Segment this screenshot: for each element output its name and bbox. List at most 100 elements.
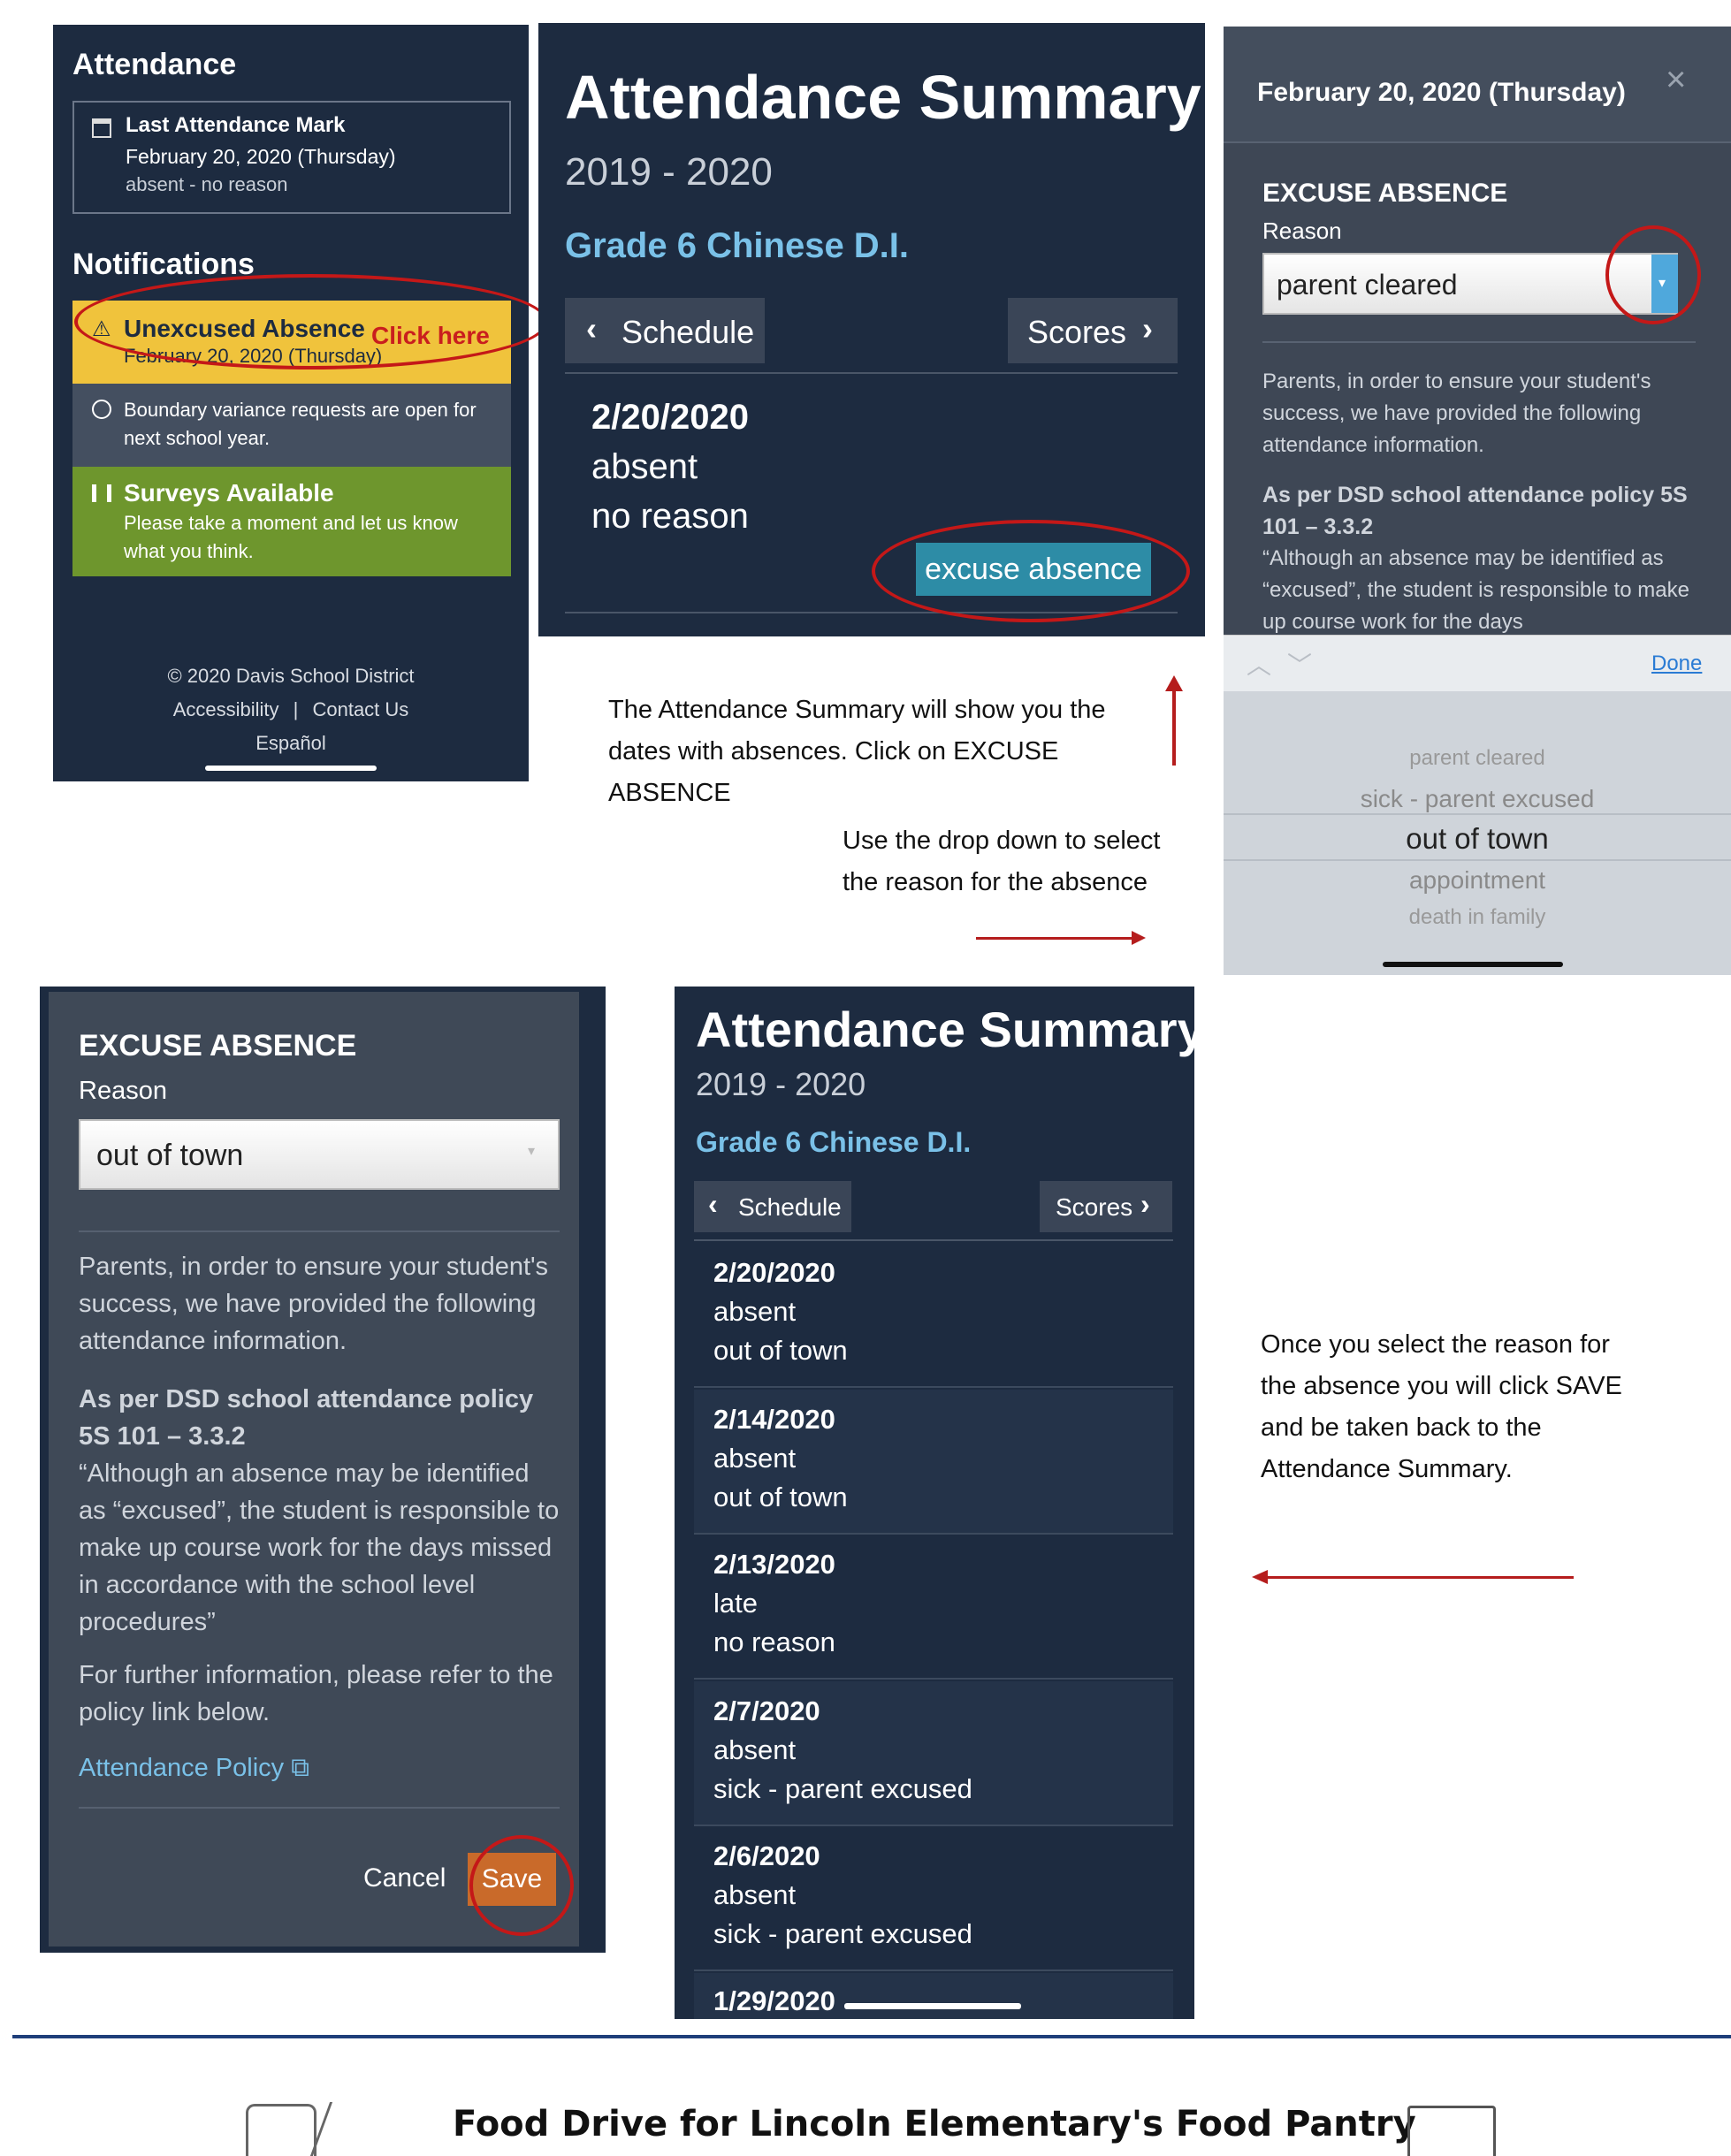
record-reason: out of town: [713, 1335, 848, 1366]
arrow-up-head: [1165, 675, 1183, 691]
surveys-notification[interactable]: Surveys Available Please take a moment a…: [72, 467, 511, 576]
reason-label: Reason: [79, 1077, 167, 1105]
unexcused-title: Unexcused Absence: [124, 315, 365, 342]
external-link-icon: ⧉: [291, 1754, 309, 1782]
record-date: 2/7/2020: [713, 1695, 820, 1726]
cancel-button[interactable]: Cancel: [363, 1863, 446, 1893]
record-date: 2/20/2020: [713, 1257, 835, 1288]
schedule-label: Schedule: [738, 1193, 842, 1221]
footer-copyright: © 2020 Davis School District: [167, 665, 415, 687]
record-reason: no reason: [713, 1627, 835, 1657]
attendance-record-row[interactable]: 1/29/2020: [694, 1973, 1173, 2019]
boundary-text: Boundary variance requests are open for …: [124, 399, 477, 449]
caption-dropdown: Use the drop down to select the reason f…: [843, 827, 1161, 896]
cereal-box-illustration: [1407, 2106, 1496, 2156]
record-date: 2/6/2020: [713, 1840, 820, 1871]
schedule-button[interactable]: ‹ Schedule: [694, 1181, 851, 1232]
last-mark-date: February 20, 2020 (Thursday): [126, 145, 396, 168]
grade-label: Grade 6 Chinese D.I.: [565, 226, 910, 265]
policy-quote: “Although an absence may be identified a…: [79, 1459, 560, 1636]
food-drive-title: Food Drive for Lincoln Elementary's Food…: [453, 2104, 1416, 2145]
panel-excuse-dialog-save: EXCUSE ABSENCE Reason out of town ▾ Pare…: [40, 987, 606, 1953]
schedule-label: Schedule: [621, 314, 755, 350]
reason-select[interactable]: out of town ▾: [79, 1119, 560, 1190]
attendance-record-row[interactable]: 2/6/2020 absent sick - parent excused: [694, 1826, 1173, 1971]
arrow-left-head: [1252, 1570, 1268, 1584]
chevron-down-icon: ▾: [1659, 276, 1666, 291]
footer-rule: [12, 2035, 1731, 2038]
unexcused-absence-notification[interactable]: ⚠ Unexcused Absence February 20, 2020 (T…: [72, 301, 511, 384]
save-button[interactable]: Save: [468, 1853, 556, 1906]
picker-toolbar: ︿ ﹀ Done: [1224, 635, 1731, 691]
boundary-notification[interactable]: Boundary variance requests are open for …: [72, 384, 511, 467]
dialog-divider-bottom: [79, 1807, 560, 1809]
footer-links: Accessibility | Contact Us: [53, 698, 529, 721]
scores-button[interactable]: Scores ›: [1008, 298, 1178, 363]
reason-select[interactable]: parent cleared ▾: [1262, 253, 1678, 315]
school-year: 2019 - 2020: [696, 1066, 866, 1102]
picker-option[interactable]: parent cleared: [1224, 746, 1731, 771]
record-status: absent: [713, 1296, 797, 1327]
grade-label: Grade 6 Chinese D.I.: [696, 1126, 972, 1158]
last-mark-card[interactable]: Last Attendance Mark February 20, 2020 (…: [72, 101, 511, 214]
dialog-divider: [1262, 341, 1696, 343]
attendance-record-row[interactable]: 2/13/2020 late no reason: [694, 1535, 1173, 1680]
unexcused-date: February 20, 2020 (Thursday): [124, 345, 383, 367]
info-paragraph: Parents, in order to ensure your student…: [79, 1253, 549, 1355]
chevron-right-icon: ›: [1142, 310, 1153, 347]
chevron-left-icon: ‹: [708, 1188, 718, 1220]
scores-label: Scores: [1027, 314, 1127, 350]
record-date: 2/20/2020: [591, 398, 749, 437]
panel-excuse-dialog-picker: February 20, 2020 (Thursday) × EXCUSE AB…: [1224, 27, 1731, 975]
picker-option[interactable]: death in family: [1224, 905, 1731, 930]
attendance-record-row[interactable]: 2/14/2020 absent out of town: [694, 1390, 1173, 1535]
divider: [694, 1239, 1173, 1241]
reason-select-value: out of town: [96, 1139, 244, 1172]
close-icon[interactable]: ×: [1666, 60, 1686, 100]
done-button[interactable]: Done: [1651, 651, 1702, 676]
record-date: 1/29/2020: [713, 1985, 835, 2016]
espanol-link[interactable]: Español: [53, 732, 529, 755]
schedule-button[interactable]: ‹ Schedule: [565, 298, 765, 363]
panel-attendance-home: Attendance Last Attendance Mark February…: [53, 25, 529, 781]
attendance-policy-link[interactable]: Attendance Policy ⧉: [79, 1754, 309, 1783]
attendance-record-row[interactable]: 2/20/2020 absent out of town: [694, 1243, 1173, 1388]
picker-option[interactable]: sick - parent excused: [1224, 785, 1731, 813]
chevron-down-icon[interactable]: ﹀: [1287, 646, 1312, 682]
bar-chart-icon: [92, 484, 111, 502]
chevron-up-icon[interactable]: ︿: [1247, 646, 1271, 682]
school-year: 2019 - 2020: [565, 150, 773, 194]
excuse-heading: EXCUSE ABSENCE: [1262, 179, 1508, 208]
scores-button[interactable]: Scores ›: [1040, 1181, 1172, 1232]
policy-heading: As per DSD school attendance policy 5S 1…: [79, 1385, 534, 1451]
arrow-left-shaft: [1266, 1576, 1574, 1579]
panel-attendance-summary: Attendance Summary 2019 - 2020 Grade 6 C…: [538, 23, 1205, 636]
record-status: absent: [713, 1443, 797, 1474]
warning-icon: ⚠: [92, 317, 111, 341]
divider-bottom: [565, 612, 1178, 613]
record-date: 2/13/2020: [713, 1549, 835, 1580]
calendar-icon: [92, 118, 111, 138]
page-title: Attendance Summary: [696, 1002, 1194, 1057]
contact-us-link[interactable]: Contact Us: [312, 698, 408, 720]
spoon-illustration: [309, 2102, 357, 2156]
click-here-label: Click here: [371, 322, 490, 349]
caption-summary: The Attendance Summary will show you the…: [608, 696, 1106, 807]
arrow-right-shaft: [976, 937, 1135, 940]
arrow-up-shaft: [1172, 689, 1176, 766]
record-reason: out of town: [713, 1482, 848, 1512]
info-paragraph: Parents, in order to ensure your student…: [1262, 369, 1651, 457]
record-reason: no reason: [591, 497, 749, 536]
picker-wheel[interactable]: parent cleared sick - parent excused out…: [1224, 691, 1731, 975]
attendance-record-row[interactable]: 2/7/2020 absent sick - parent excused: [694, 1681, 1173, 1826]
chevron-left-icon: ‹: [586, 310, 597, 347]
record-status: absent: [713, 1734, 797, 1765]
divider: [565, 372, 1178, 374]
dialog-divider: [79, 1230, 560, 1232]
picker-option-selected[interactable]: out of town: [1224, 822, 1731, 856]
excuse-heading: EXCUSE ABSENCE: [79, 1029, 357, 1063]
excuse-absence-button[interactable]: excuse absence: [916, 543, 1151, 596]
panel-attendance-summary-updated: Attendance Summary 2019 - 2020 Grade 6 C…: [675, 987, 1194, 2019]
picker-option[interactable]: appointment: [1224, 866, 1731, 895]
accessibility-link[interactable]: Accessibility: [173, 698, 279, 720]
